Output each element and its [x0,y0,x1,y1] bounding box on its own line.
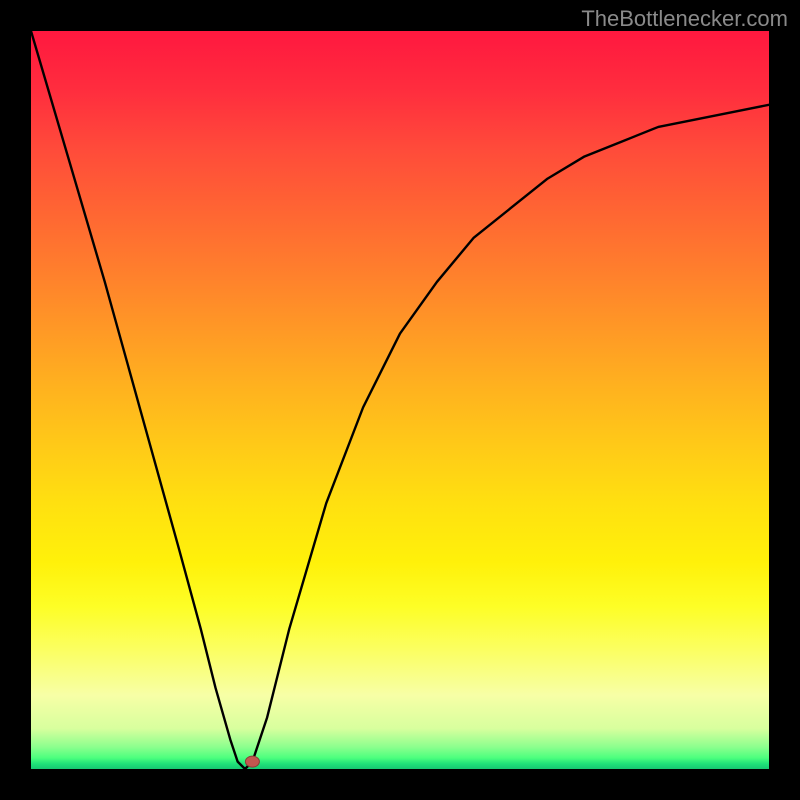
plot-area [31,31,769,769]
chart-frame: TheBottlenecker.com [0,0,800,800]
minimum-marker [245,756,259,767]
curve-path [31,31,769,769]
curve-layer [31,31,769,769]
watermark-label: TheBottlenecker.com [581,6,788,32]
